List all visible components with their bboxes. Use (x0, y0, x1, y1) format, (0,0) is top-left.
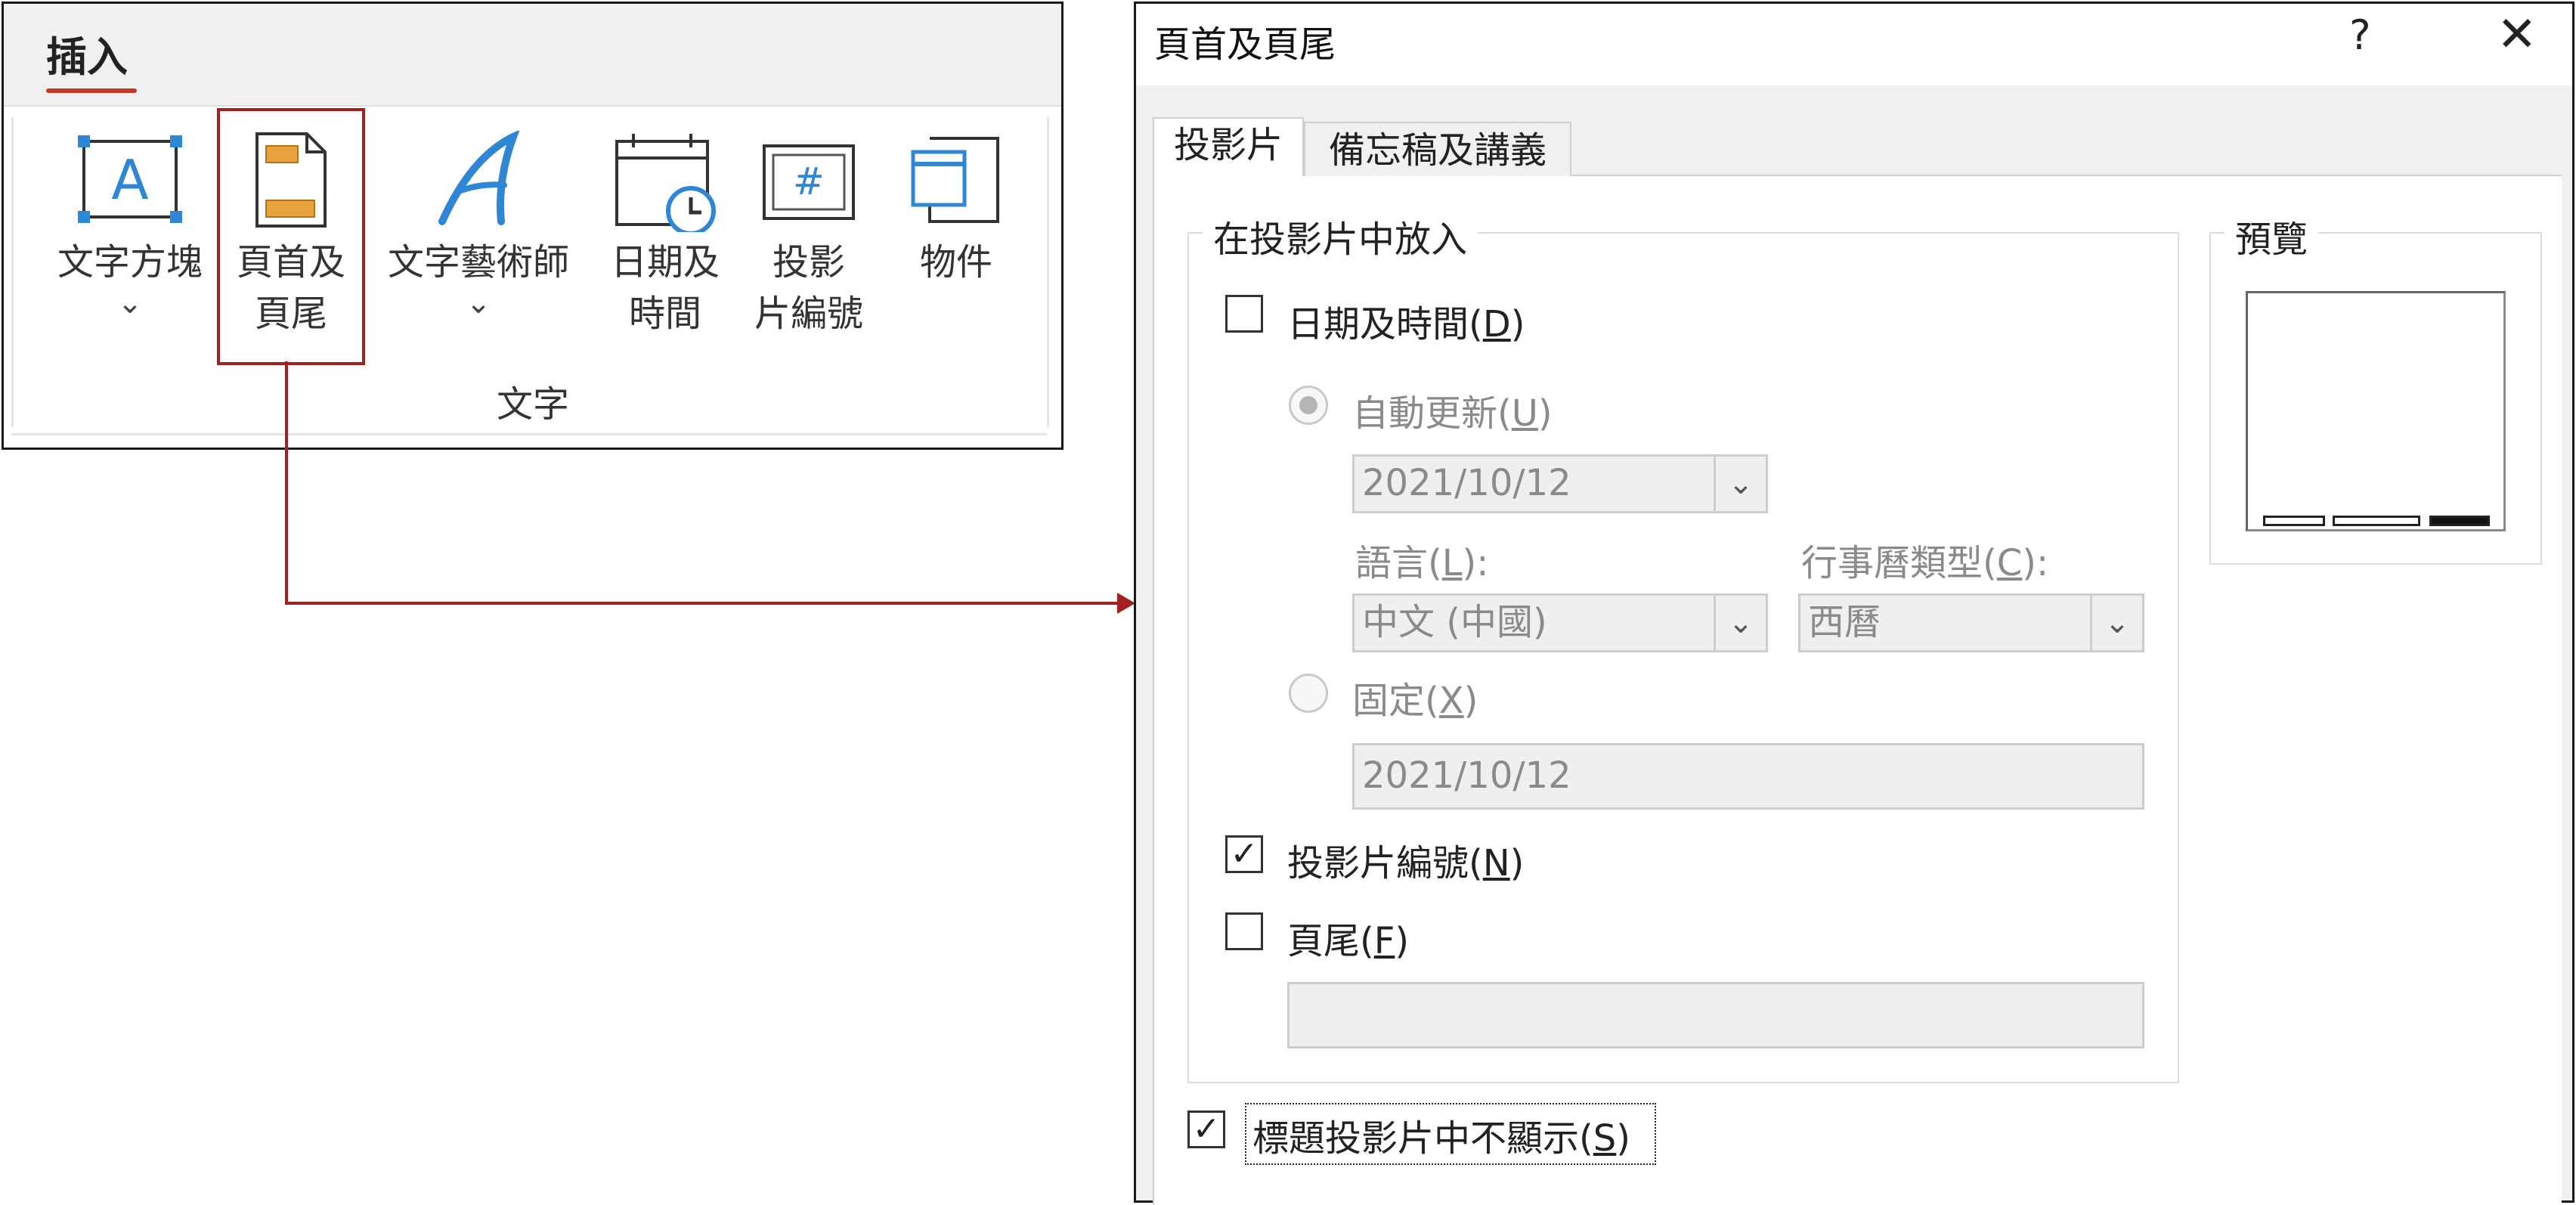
fixed-date-radio[interactable] (1289, 674, 1328, 713)
chevron-down-icon[interactable]: ⌄ (2090, 596, 2142, 650)
date-time-icon (615, 134, 716, 232)
textbox-icon: A (78, 135, 182, 223)
preview-number-placeholder (2429, 516, 2490, 526)
language-select[interactable]: 中文 (中國) ⌄ (1352, 593, 1768, 652)
fixed-date-value: 2021/10/12 (1362, 754, 1571, 797)
auto-update-label: 自動更新(U) (1352, 392, 1553, 435)
wordart-label: 文字藝術師 (387, 241, 569, 283)
date-time-label-line2: 時間 (628, 293, 701, 335)
svg-text:#: # (793, 160, 825, 203)
tab-insert[interactable]: 插入 (46, 23, 128, 83)
date-time-label: 日期及時間(D) (1287, 303, 1525, 345)
tab-slides[interactable]: 投影片 (1153, 117, 1304, 176)
object-icon (911, 137, 999, 223)
preview-footer-placeholder (2333, 516, 2420, 526)
calendar-type-label: 行事曆類型(C): (1801, 542, 2049, 584)
connector-line (285, 602, 1121, 605)
slide-number-label: 投影片編號(N) (1287, 842, 1525, 884)
active-tab-underline (46, 88, 137, 93)
fixed-date-label: 固定(X) (1352, 680, 1478, 722)
footer-label: 頁尾(F) (1287, 920, 1410, 962)
group-label-text: 文字 (496, 383, 569, 426)
svg-text:A: A (111, 148, 148, 212)
object-label: 物件 (919, 241, 992, 283)
auto-update-radio[interactable] (1289, 386, 1328, 425)
connector-line (285, 361, 288, 605)
chevron-down-icon[interactable]: ⌄ (43, 288, 217, 318)
calendar-type-select[interactable]: 西曆 ⌄ (1798, 593, 2144, 652)
highlight-frame (217, 108, 365, 365)
wordart-icon (438, 131, 520, 225)
dont-show-title-label: 標題投影片中不顯示(S) (1252, 1117, 1630, 1160)
include-group-title: 在投影片中放入 (1203, 209, 1478, 262)
language-label: 語言(L): (1355, 542, 1489, 584)
check-icon: ✓ (1192, 1110, 1221, 1148)
language-value: 中文 (中國) (1362, 601, 1547, 643)
chevron-down-icon[interactable]: ⌄ (1714, 457, 1766, 511)
help-icon[interactable]: ? (2349, 11, 2371, 59)
dont-show-title-checkbox[interactable]: ✓ (1187, 1111, 1225, 1148)
date-time-button[interactable]: 日期及 時間 (593, 131, 737, 339)
ribbon-bottom-border (11, 433, 1047, 435)
object-button[interactable]: 物件 (881, 131, 1032, 288)
preview-date-placeholder (2263, 516, 2325, 526)
radio-dot (1299, 396, 1317, 414)
preview-title: 預覽 (2225, 209, 2319, 262)
chevron-down-icon[interactable]: ⌄ (373, 288, 584, 318)
slide-number-button[interactable]: # 投影 片編號 (737, 131, 881, 339)
tab-notes-handouts[interactable]: 備忘稿及講義 (1304, 122, 1571, 176)
chevron-down-icon[interactable]: ⌄ (1714, 596, 1766, 650)
connector-arrowhead (1117, 593, 1135, 614)
wordart-button[interactable]: 文字藝術師 ⌄ (373, 131, 584, 318)
textbox-button[interactable]: A 文字方塊 ⌄ (43, 131, 217, 318)
close-icon[interactable]: ✕ (2497, 7, 2537, 63)
slide-preview (2246, 291, 2506, 531)
slide-number-icon: # (763, 144, 855, 220)
ribbon-tab-bar (4, 4, 1061, 107)
header-footer-dialog: 頁首及頁尾 ? ✕ 投影片 備忘稿及講義 在投影片中放入 日期及時間(D) 自動… (1134, 2, 2574, 1205)
footer-checkbox[interactable] (1225, 912, 1263, 950)
date-time-checkbox[interactable] (1225, 295, 1263, 333)
auto-date-value: 2021/10/12 (1362, 462, 1571, 504)
slide-number-label-line2: 片編號 (754, 293, 863, 335)
footer-input[interactable] (1287, 982, 2144, 1049)
slide-number-checkbox[interactable]: ✓ (1225, 835, 1263, 873)
textbox-label: 文字方塊 (57, 241, 203, 283)
dialog-title: 頁首及頁尾 (1154, 23, 1336, 66)
ribbon-panel: 插入 A 文字方塊 ⌄ 頁首及 頁尾 文字藝術師 ⌄ 日期及 時間 # 投影 片… (2, 2, 1064, 450)
auto-date-select[interactable]: 2021/10/12 ⌄ (1352, 454, 1768, 513)
check-icon: ✓ (1230, 835, 1259, 873)
fixed-date-input[interactable]: 2021/10/12 (1352, 743, 2144, 810)
date-time-label-line1: 日期及 (610, 241, 720, 283)
slide-number-label-line1: 投影 (772, 241, 845, 283)
calendar-type-value: 西曆 (1808, 601, 1881, 643)
